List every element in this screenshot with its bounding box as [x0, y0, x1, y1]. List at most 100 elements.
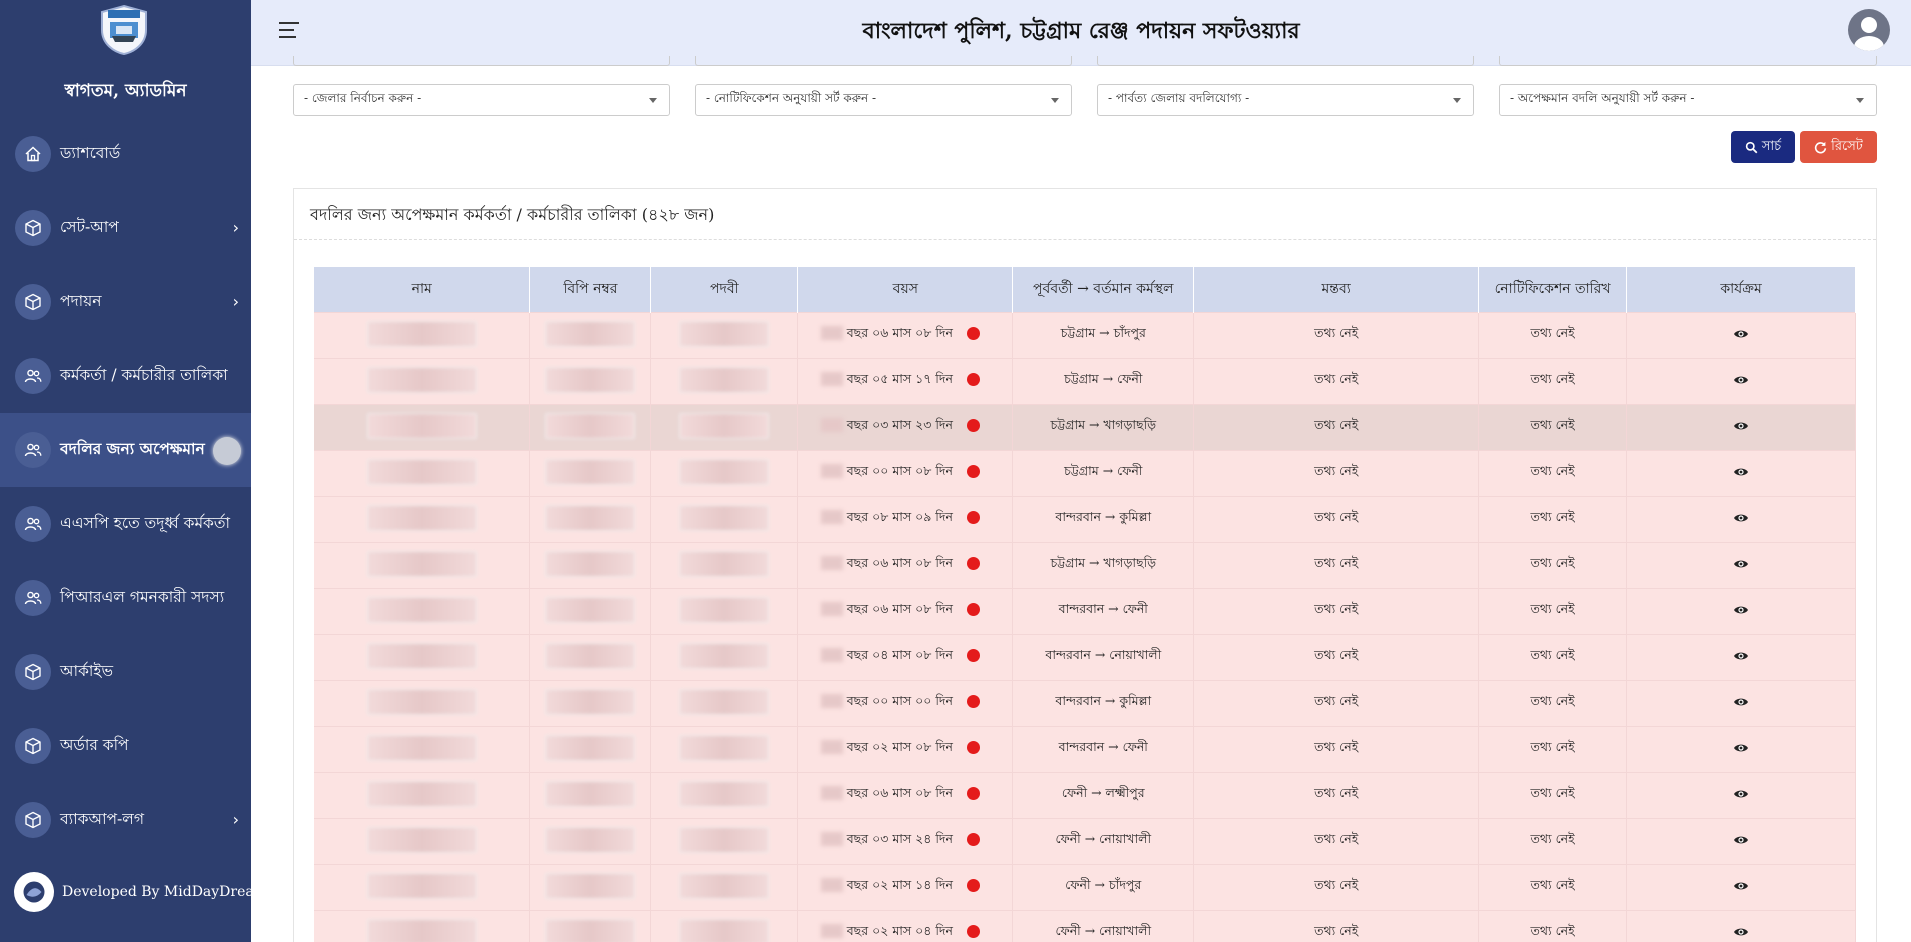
sidebar-item-label: পিআরএল গমনকারী সদস্য	[60, 588, 225, 606]
district-select[interactable]: - জেলার নির্বাচন করুন -	[293, 84, 670, 116]
cell-age: বছর ০৬ মাস ০৮ দিন	[797, 587, 1014, 634]
cell-actions	[1626, 771, 1856, 818]
cell-age: বছর ০২ মাস ১৪ দিন	[797, 863, 1014, 910]
cube-icon	[15, 728, 51, 764]
column-header-name[interactable]: নাম	[314, 267, 531, 312]
table-row[interactable]: বছর ০০ মাস ০৮ দিন চট্টগ্রাম → ফেনী তথ্য নে…	[314, 449, 1856, 496]
table-row[interactable]: বছর ০৪ মাস ০৮ দিন বান্দরবান → নোয়াখালী তথ…	[314, 633, 1856, 680]
column-header-age[interactable]: বয়স	[797, 267, 1014, 312]
view-eye-icon[interactable]	[1733, 788, 1749, 803]
table-row[interactable]: বছর ০৮ মাস ০৯ দিন বান্দরবান → কুমিল্লা তথ্…	[314, 495, 1856, 542]
cell-workplace: বান্দরবান → নোয়াখালী	[1012, 633, 1195, 680]
cell-designation	[650, 863, 799, 910]
age-text: বছর ০৮ মাস ০৯ দিন	[831, 509, 953, 529]
column-header-workplace[interactable]: পূর্ববর্তী → বর্তমান কর্মস্থল	[1012, 267, 1195, 312]
table-row[interactable]: বছর ০৬ মাস ০৮ দিন ফেনী → লক্ষ্মীপুর তথ্য ন…	[314, 771, 1856, 818]
cube-icon	[15, 210, 51, 246]
sidebar-item-label: ব্যাকআপ-লগ	[60, 810, 145, 828]
table-row[interactable]: বছর ০৬ মাস ০৮ দিন চট্টগ্রাম → খাগড়াছড়ি ত…	[314, 541, 1856, 588]
sidebar-item-5[interactable]: এএসপি হতে তদূর্ধ্ব কর্মকর্তা	[0, 487, 251, 561]
redacted-designation	[679, 366, 770, 393]
notification-sort-value: - নোটিফিকেশন অনুযায়ী সর্ট করুন -	[706, 91, 877, 105]
sidebar-item-6[interactable]: পিআরএল গমনকারী সদস্য	[0, 561, 251, 635]
filter-stub	[1097, 56, 1474, 66]
sidebar-item-9[interactable]: ব্যাকআপ-লগ ›	[0, 783, 251, 857]
status-dot	[966, 327, 980, 340]
table-row[interactable]: বছর ০৩ মাস ২৩ দিন চট্টগ্রাম → খাগড়াছড়ি ত…	[314, 403, 1856, 450]
redacted-name	[366, 918, 477, 942]
cell-name	[314, 311, 531, 358]
welcome-text: স্বাগতম, অ্যাডমিন	[64, 81, 187, 101]
age-text: বছর ০৩ মাস ২৩ দিন	[831, 417, 953, 437]
filter-stub	[1499, 56, 1877, 66]
view-eye-icon[interactable]	[1733, 558, 1749, 573]
reset-button-label: রিসেট	[1831, 138, 1863, 154]
view-eye-icon[interactable]	[1733, 466, 1749, 481]
view-eye-icon[interactable]	[1733, 696, 1749, 711]
redacted-bp-number	[545, 688, 636, 715]
redacted-name	[366, 320, 477, 347]
cell-age: বছর ০২ মাস ০৮ দিন	[797, 725, 1014, 772]
sidebar-item-2[interactable]: পদায়ন ›	[0, 265, 251, 339]
table-row[interactable]: বছর ০২ মাস ১৪ দিন ফেনী → চাঁদপুর তথ্য নেই ত…	[314, 863, 1856, 910]
home-icon	[15, 136, 51, 172]
column-header-notification-date[interactable]: নোটিফিকেশন তারিখ	[1478, 267, 1628, 312]
reset-button[interactable]: রিসেট	[1800, 131, 1877, 163]
view-eye-icon[interactable]	[1733, 512, 1749, 527]
sidebar-item-label: অর্ডার কপি	[60, 736, 129, 754]
sidebar-item-label: এএসপি হতে তদূর্ধ্ব কর্মকর্তা	[60, 514, 231, 532]
table-row[interactable]: বছর ০৬ মাস ০৮ দিন চট্টগ্রাম → চাঁদপুর তথ্য…	[314, 311, 1856, 358]
sidebar-item-0[interactable]: ড্যাশবোর্ড	[0, 117, 251, 191]
table-row[interactable]: বছর ০৫ মাস ১৭ দিন চট্টগ্রাম → ফেনী তথ্য নে…	[314, 357, 1856, 404]
cell-workplace: বান্দরবান → ফেনী	[1012, 725, 1195, 772]
redacted-bp-number	[545, 458, 636, 485]
district-select-value: - জেলার নির্বাচন করুন -	[304, 91, 422, 105]
sidebar-item-4[interactable]: বদলির জন্য অপেক্ষমান	[0, 413, 251, 487]
cell-name	[314, 725, 531, 772]
card-title: বদলির জন্য অপেক্ষমান কর্মকর্তা / কর্মচার…	[310, 205, 715, 224]
cell-name	[314, 587, 531, 634]
cell-bp-number	[529, 541, 652, 588]
hill-district-select[interactable]: - পার্বত্য জেলায় বদলিযোগ্য -	[1097, 84, 1474, 116]
search-button[interactable]: সার্চ	[1731, 131, 1795, 163]
sidebar-item-7[interactable]: আর্কাইভ	[0, 635, 251, 709]
redacted-designation	[679, 826, 770, 853]
view-eye-icon[interactable]	[1733, 742, 1749, 757]
table-row[interactable]: বছর ০২ মাস ০৮ দিন বান্দরবান → ফেনী তথ্য নে…	[314, 725, 1856, 772]
sidebar-item-8[interactable]: অর্ডার কপি	[0, 709, 251, 783]
column-header-comment[interactable]: মন্তব্য	[1193, 267, 1480, 312]
filter-stub	[293, 56, 670, 66]
column-header-bp-number[interactable]: বিপি নম্বর	[529, 267, 652, 312]
column-header-designation[interactable]: পদবী	[650, 267, 799, 312]
table-row[interactable]: বছর ০৬ মাস ০৮ দিন বান্দরবান → ফেনী তথ্য নে…	[314, 587, 1856, 634]
redacted-designation	[679, 504, 770, 531]
cell-designation	[650, 817, 799, 864]
sidebar-item-label: আর্কাইভ	[60, 662, 114, 680]
sidebar-item-3[interactable]: কর্মকর্তা / কর্মচারীর তালিকা	[0, 339, 251, 413]
redacted-name	[366, 458, 477, 485]
view-eye-icon[interactable]	[1733, 604, 1749, 619]
active-indicator	[213, 437, 241, 465]
table-row[interactable]: বছর ০০ মাস ০০ দিন বান্দরবান → কুমিল্লা তথ্…	[314, 679, 1856, 726]
notification-sort-select[interactable]: - নোটিফিকেশন অনুযায়ী সর্ট করুন -	[695, 84, 1072, 116]
status-dot	[966, 695, 980, 708]
redacted-name	[366, 412, 477, 439]
user-avatar[interactable]	[1848, 9, 1890, 51]
table-row[interactable]: বছর ০২ মাস ০৪ দিন ফেনী → নোয়াখালী তথ্য নে…	[314, 909, 1856, 942]
view-eye-icon[interactable]	[1733, 374, 1749, 389]
developer-text: Developed By MidDayDreams	[62, 884, 275, 900]
cell-comment: তথ্য নেই	[1193, 725, 1480, 772]
view-eye-icon[interactable]	[1733, 834, 1749, 849]
pending-transfer-sort-select[interactable]: - অপেক্ষমান বদলি অনুযায়ী সর্ট করুন -	[1499, 84, 1877, 116]
view-eye-icon[interactable]	[1733, 420, 1749, 435]
redacted-name	[366, 550, 477, 577]
table-row[interactable]: বছর ০৩ মাস ২৪ দিন ফেনী → নোয়াখালী তথ্য নে…	[314, 817, 1856, 864]
view-eye-icon[interactable]	[1733, 880, 1749, 895]
view-eye-icon[interactable]	[1733, 650, 1749, 665]
cube-icon	[15, 802, 51, 838]
view-eye-icon[interactable]	[1733, 328, 1749, 343]
table-body: বছর ০৬ মাস ০৮ দিন চট্টগ্রাম → চাঁদপুর তথ্য…	[314, 311, 1856, 942]
view-eye-icon[interactable]	[1733, 926, 1749, 941]
sidebar-item-1[interactable]: সেট-আপ ›	[0, 191, 251, 265]
chevron-down-icon	[1453, 98, 1461, 103]
